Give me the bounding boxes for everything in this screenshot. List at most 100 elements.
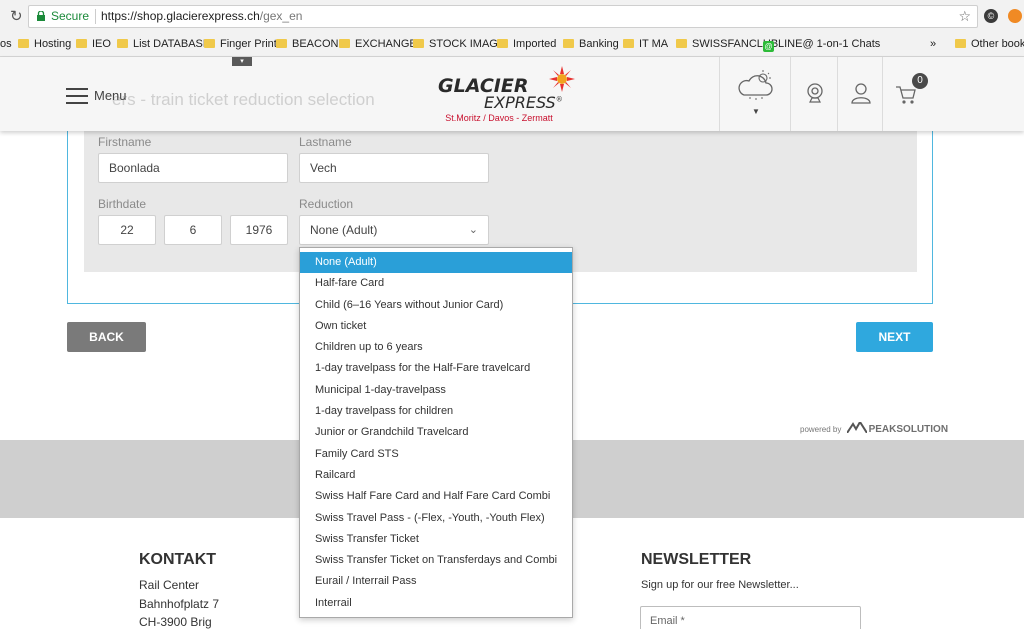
dropdown-option[interactable]: Swiss Transfer Ticket on Transferdays an… — [300, 550, 572, 571]
dropdown-option[interactable]: None (Adult) — [300, 252, 572, 274]
bookmark-item[interactable]: Hosting — [18, 33, 71, 56]
page-title-behind: ers - train ticket reduction selection — [112, 90, 375, 109]
weather-widget[interactable]: ▼ — [719, 57, 790, 131]
webcam-icon — [807, 83, 823, 103]
kontakt-line: Bahnhofplatz 7 — [139, 597, 220, 611]
dropdown-option[interactable]: Swiss Travel Pass - (-Flex, -Youth, -You… — [300, 508, 572, 529]
bookmark-item[interactable]: BEACON — [276, 33, 338, 56]
webcam-button[interactable] — [790, 57, 837, 131]
url-text[interactable]: https://shop.glacierexpress.ch/gex_en — [101, 6, 302, 27]
bookmark-label: Hosting — [34, 38, 72, 50]
extension-icon-orange[interactable] — [1008, 9, 1022, 23]
dropdown-option[interactable]: Own ticket — [300, 316, 572, 337]
bookmark-label: BEACON — [292, 38, 339, 50]
logo-word-express: EXPRESS® — [484, 93, 563, 112]
folder-icon — [623, 39, 634, 48]
bookmark-item[interactable]: IT MA — [623, 33, 668, 56]
glacier-express-logo[interactable]: GLACIER EXPRESS® St.Moritz / Davos - Zer… — [432, 65, 582, 127]
folder-icon — [204, 39, 215, 48]
dropdown-option[interactable]: Railcard — [300, 465, 572, 486]
reduction-dropdown-list[interactable]: None (Adult) Half-fare Card Child (6–16 Ye… — [299, 247, 573, 618]
dropdown-option[interactable]: Swiss Transfer Ticket — [300, 529, 572, 550]
dropdown-option[interactable]: Junior or Grandchild Travelcard — [300, 422, 572, 443]
back-button[interactable]: BACK — [67, 322, 146, 352]
cart-button[interactable]: 0 — [882, 57, 932, 131]
kontakt-line: CH-3900 Brig — [139, 615, 212, 629]
bookmarks-bar: os Hosting IEO List DATABASE Finger Print BEA… — [0, 33, 1024, 57]
dropdown-option[interactable]: 1-day travelpass for the Half-Fare trave… — [300, 358, 572, 379]
bookmark-label: List DATABASE — [133, 38, 211, 50]
address-bar[interactable]: Secure https://shop.glacierexpress.ch/ge… — [28, 5, 978, 28]
firstname-field[interactable]: Boonlada — [98, 153, 288, 183]
bookmark-item[interactable]: Other bookm — [955, 33, 1024, 56]
dropdown-option[interactable]: Eurail / Interrail Pass — [300, 571, 572, 592]
collapse-tab-icon[interactable]: ▾ — [232, 57, 252, 66]
dropdown-option[interactable]: Municipal 1-day-travelpass — [300, 380, 572, 401]
dropdown-option[interactable]: Family Card STS — [300, 444, 572, 465]
bookmark-label: LINE@ 1-on-1 Chats — [778, 38, 881, 50]
folder-icon — [413, 39, 424, 48]
newsletter-email-input[interactable]: Email * — [640, 606, 861, 629]
kontakt-heading: KONTAKT — [139, 551, 217, 568]
weather-caret-icon: ▼ — [752, 107, 760, 116]
bookmark-label: IT MA — [639, 38, 669, 50]
bookmark-item[interactable]: Imported — [497, 33, 556, 56]
bookmark-star-icon[interactable]: ☆ — [958, 6, 971, 27]
dropdown-option[interactable]: Half-fare Card — [300, 273, 572, 294]
folder-icon — [76, 39, 87, 48]
bookmark-label: Banking — [579, 38, 619, 50]
bookmark-item[interactable]: IEO — [76, 33, 111, 56]
folder-icon — [676, 39, 687, 48]
lastname-field[interactable]: Vech — [299, 153, 489, 183]
lock-icon — [37, 11, 45, 21]
powered-by-prefix: powered by — [800, 425, 842, 434]
lastname-label: Lastname — [299, 135, 352, 149]
dropdown-option[interactable]: Swiss Half Fare Card and Half Fare Card … — [300, 486, 572, 507]
menu-label: Menu — [94, 88, 127, 103]
birth-day-field[interactable]: 22 — [98, 215, 156, 245]
folder-icon — [18, 39, 29, 48]
site-header: ▾ ers - train ticket reduction selection… — [0, 57, 1024, 131]
reload-icon[interactable]: ↻ — [10, 7, 23, 25]
bookmark-label: Imported — [513, 38, 557, 50]
bookmark-item[interactable]: Finger Print — [204, 33, 277, 56]
next-button[interactable]: NEXT — [856, 322, 933, 352]
bookmark-item[interactable]: EXCHANGE — [339, 33, 417, 56]
bookmark-item[interactable]: Banking — [563, 33, 619, 56]
dropdown-option[interactable]: 1-day travelpass for children — [300, 401, 572, 422]
bookmark-label: » — [930, 38, 937, 50]
folder-icon — [276, 39, 287, 48]
newsletter-subtitle: Sign up for our free Newsletter... — [641, 579, 799, 591]
birth-month-field[interactable]: 6 — [164, 215, 222, 245]
birthdate-label: Birthdate — [98, 197, 147, 211]
bookmark-label: Other bookm — [971, 38, 1024, 50]
cart-count-badge: 0 — [912, 73, 928, 89]
bookmark-item[interactable]: List DATABASE — [117, 33, 210, 56]
bookmark-item[interactable]: » — [930, 33, 936, 56]
dropdown-option[interactable]: Child (6–16 Years without Junior Card) — [300, 295, 572, 316]
reduction-label: Reduction — [299, 197, 354, 211]
bookmark-label: Finger Print — [220, 38, 277, 50]
extension-icon[interactable]: © — [984, 9, 998, 23]
line-icon: @ — [763, 41, 774, 52]
user-icon — [851, 83, 871, 104]
bookmark-label: STOCK IMAGE — [429, 38, 506, 50]
birth-year-field[interactable]: 1976 — [230, 215, 288, 245]
browser-toolbar: ↻ Secure https://shop.glacierexpress.ch/… — [0, 0, 1024, 33]
url-path: /gex_en — [259, 9, 303, 23]
bookmark-label: IEO — [92, 38, 111, 50]
dropdown-option[interactable]: Children up to 6 years — [300, 337, 572, 358]
powered-by-brand: PEAKSOLUTION — [868, 424, 949, 435]
kontakt-line: Rail Center — [139, 578, 200, 592]
newsletter-heading: NEWSLETTER — [641, 551, 752, 568]
account-button[interactable] — [837, 57, 882, 131]
dropdown-option[interactable]: Interrail — [300, 593, 572, 614]
weather-cloud-icon — [738, 70, 773, 100]
powered-by[interactable]: powered by PEAKSOLUTION — [800, 420, 949, 435]
bookmark-item[interactable]: @ LINE@ 1-on-1 Chats — [763, 33, 880, 56]
reduction-select[interactable]: None (Adult) ⌄ — [299, 215, 489, 245]
bookmark-item[interactable]: os — [0, 33, 12, 56]
reduction-select-value: None (Adult) — [310, 223, 378, 237]
bookmark-item[interactable]: STOCK IMAGE — [413, 33, 505, 56]
menu-button[interactable]: Menu — [66, 86, 132, 106]
